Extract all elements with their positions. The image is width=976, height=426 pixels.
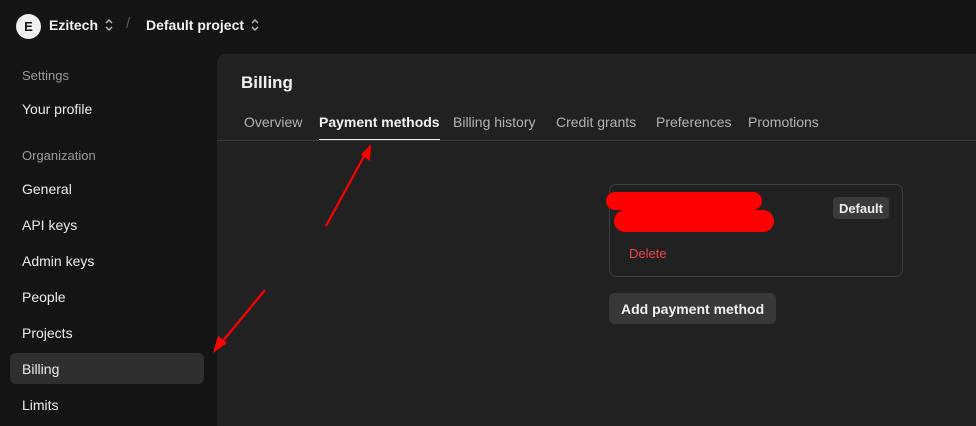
delete-payment-button[interactable]: Delete — [629, 246, 667, 261]
sidebar-item-projects[interactable]: Projects — [10, 317, 204, 348]
add-payment-method-button[interactable]: Add payment method — [609, 293, 777, 324]
page-title: Billing — [241, 73, 293, 92]
tab-payment-methods[interactable]: Payment methods — [319, 114, 440, 140]
chevron-up-down-icon — [105, 19, 113, 31]
sidebar-item-admin-keys[interactable]: Admin keys — [10, 245, 204, 276]
project-name: Default project — [146, 17, 245, 33]
default-badge: Default — [832, 197, 889, 219]
billing-panel: Billing Overview Payment methods Billing… — [217, 54, 976, 426]
settings-sidebar: Settings Your profile Organization Gener… — [0, 52, 216, 426]
tab-billing-history[interactable]: Billing history — [453, 114, 535, 139]
project-switcher[interactable]: Default project — [146, 17, 260, 33]
tab-credit-grants[interactable]: Credit grants — [556, 114, 636, 139]
org-name: Ezitech — [49, 17, 99, 33]
org-avatar[interactable]: E — [16, 14, 41, 39]
sidebar-item-limits[interactable]: Limits — [10, 389, 204, 420]
sidebar-item-your-profile[interactable]: Your profile — [10, 93, 204, 124]
tab-preferences[interactable]: Preferences — [656, 114, 731, 139]
redaction-mark — [606, 192, 762, 210]
sidebar-item-general[interactable]: General — [10, 173, 204, 204]
sidebar-item-people[interactable]: People — [10, 281, 204, 312]
payment-method-card: Default Delete — [606, 184, 903, 277]
sidebar-item-billing[interactable]: Billing — [10, 353, 204, 384]
org-switcher[interactable]: Ezitech — [49, 17, 114, 33]
breadcrumb-separator: / — [126, 15, 131, 32]
organization-heading: Organization — [22, 148, 96, 163]
tab-overview[interactable]: Overview — [244, 114, 302, 139]
settings-heading: Settings — [22, 68, 69, 83]
billing-tabs: Overview Payment methods Billing history… — [217, 112, 976, 141]
redaction-mark — [614, 210, 774, 232]
tab-promotions[interactable]: Promotions — [748, 114, 819, 139]
chevron-up-down-icon — [251, 19, 259, 31]
sidebar-item-api-keys[interactable]: API keys — [10, 209, 204, 240]
top-bar: E Ezitech / Default project — [0, 0, 976, 52]
